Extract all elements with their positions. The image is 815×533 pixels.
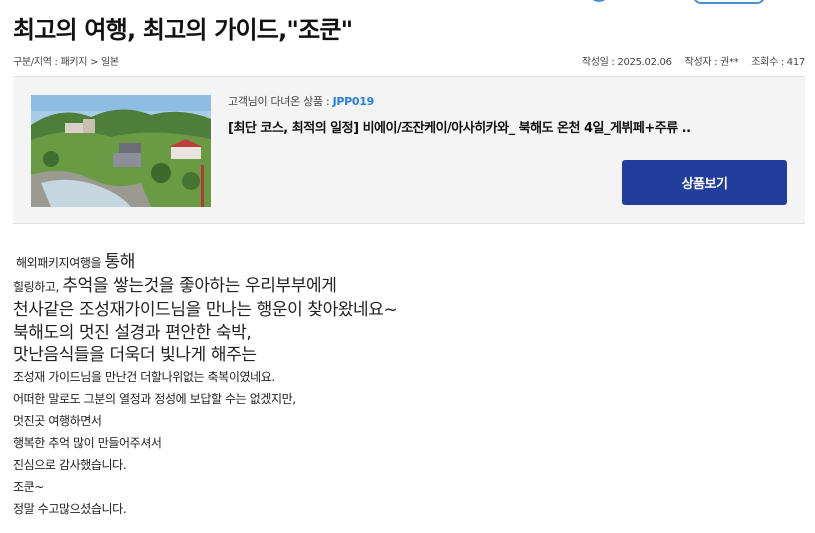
review-line: 북해도의 멋진 설경과 편안한 숙박, [13, 323, 252, 343]
product-card: 고객님이 다녀온 상품 : JPP019 [최단 코스, 최적의 일정] 비에이… [13, 76, 805, 224]
visited-product-line: 고객님이 다녀온 상품 : JPP019 [228, 93, 787, 109]
top-button-fragment [693, 0, 765, 4]
review-body: 해외패키지여행을 통해 힐링하고, 추억을 쌓는것을 좋아하는 우리부부에게 천… [13, 250, 793, 520]
view-product-button[interactable]: 상품보기 [622, 160, 787, 205]
product-code[interactable]: JPP019 [333, 95, 375, 108]
review-line: 정말 수고많으셨습니다. [13, 502, 127, 516]
product-info: 고객님이 다녀온 상품 : JPP019 [최단 코스, 최적의 일정] 비에이… [228, 93, 787, 136]
product-thumbnail[interactable] [31, 95, 211, 207]
view-count: 조회수 : 417 [751, 57, 805, 68]
review-line: 힐링하고, 추억을 쌓는것을 좋아하는 우리부부에게 [13, 276, 337, 296]
post-author: 작성자 : 권** [684, 57, 739, 68]
review-line: 맛난음식들을 더욱더 빛나게 해주는 [13, 345, 257, 365]
product-name-link[interactable]: [최단 코스, 최적의 일정] 비에이/조잔케이/아사히카와_ 북해도 온천 4… [228, 117, 787, 136]
review-line: 진심으로 감사했습니다. [13, 458, 127, 472]
review-line: 해외패키지여행을 통해 [16, 252, 136, 272]
review-meta: 구분/지역 : 패키지 > 일본 작성일 : 2025.02.06 작성자 : … [13, 53, 805, 68]
review-line: 조쿤~ [13, 480, 44, 494]
category-breadcrumb: 구분/지역 : 패키지 > 일본 [13, 57, 119, 68]
top-icon-fragment [588, 0, 610, 2]
post-date: 작성일 : 2025.02.06 [581, 57, 672, 68]
review-line: 어떠한 말로도 그분의 열정과 정성에 보답할 수는 없겠지만, [13, 392, 296, 406]
review-line: 멋진곳 여행하면서 [13, 414, 102, 428]
meta-info: 작성일 : 2025.02.06 작성자 : 권** 조회수 : 417 [572, 53, 805, 68]
review-line: 조성재 가이드님을 만난건 더할나위없는 축복이였네요. [13, 370, 275, 384]
review-line: 천사같은 조성재가이드님을 만나는 행운이 찾아왔네요~ [13, 300, 398, 320]
review-line: 행복한 추억 많이 만들어주셔서 [13, 436, 162, 450]
visited-label: 고객님이 다녀온 상품 : [228, 95, 333, 108]
review-title: 최고의 여행, 최고의 가이드,"조쿤" [13, 16, 353, 44]
